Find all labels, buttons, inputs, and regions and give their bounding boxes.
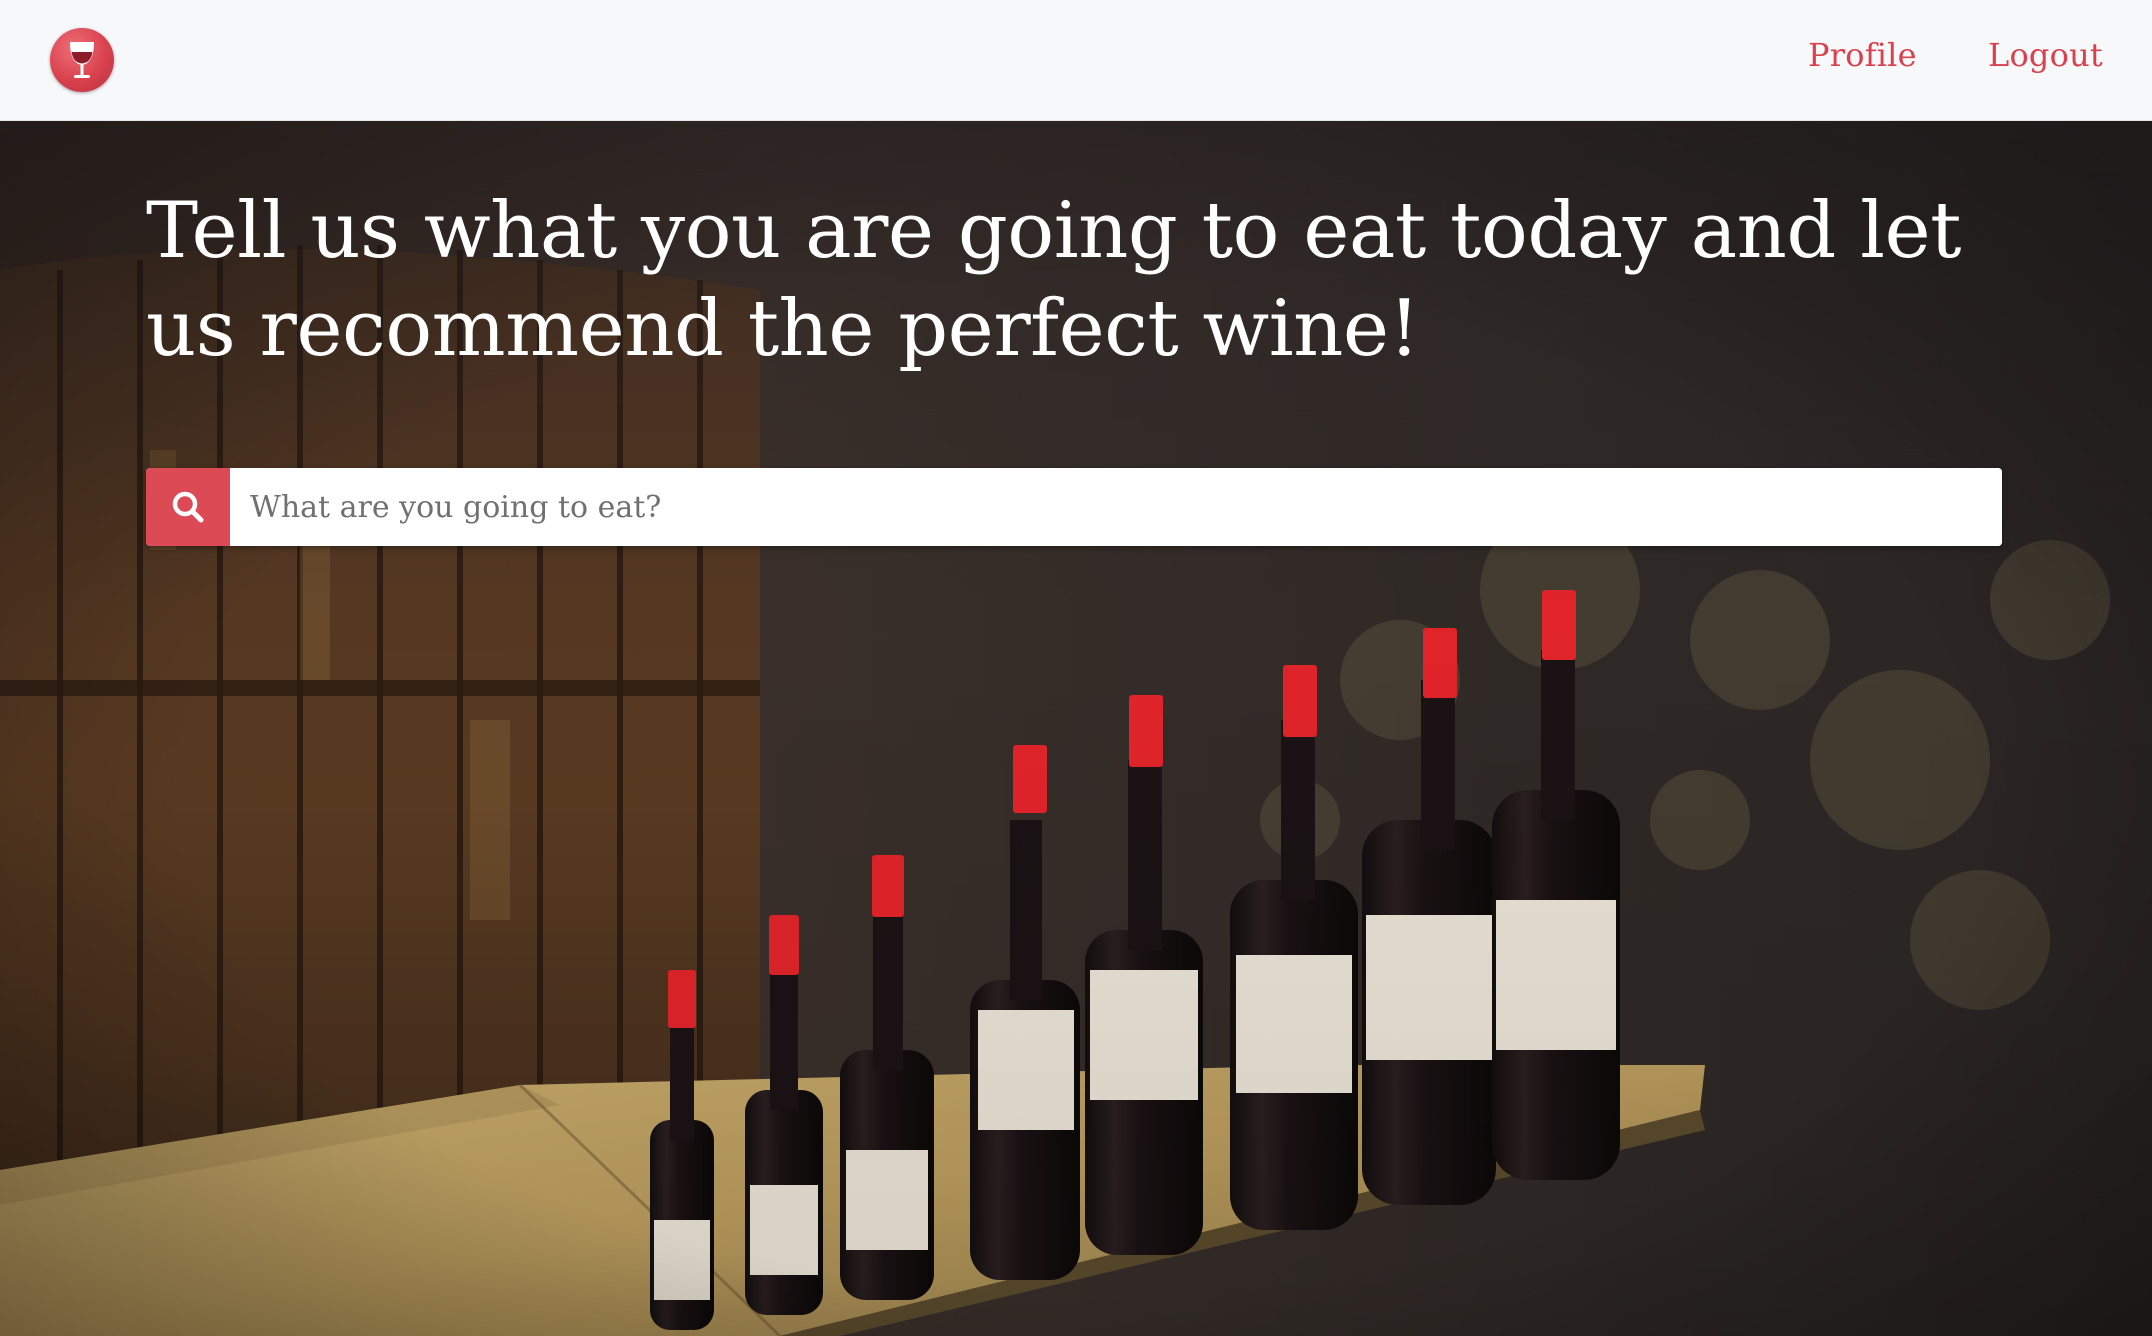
- logout-link[interactable]: Logout: [1988, 36, 2103, 74]
- navbar: Profile Logout: [0, 0, 2152, 121]
- profile-link[interactable]: Profile: [1808, 36, 1917, 74]
- search-bar: [146, 468, 2002, 546]
- page-title: Tell us what you are going to eat today …: [146, 186, 1962, 374]
- search-button[interactable]: [146, 468, 230, 546]
- hero-section: Tell us what you are going to eat today …: [0, 120, 2152, 1336]
- wine-glass-icon[interactable]: [50, 28, 114, 92]
- search-icon: [172, 491, 204, 523]
- search-input[interactable]: [230, 468, 2002, 546]
